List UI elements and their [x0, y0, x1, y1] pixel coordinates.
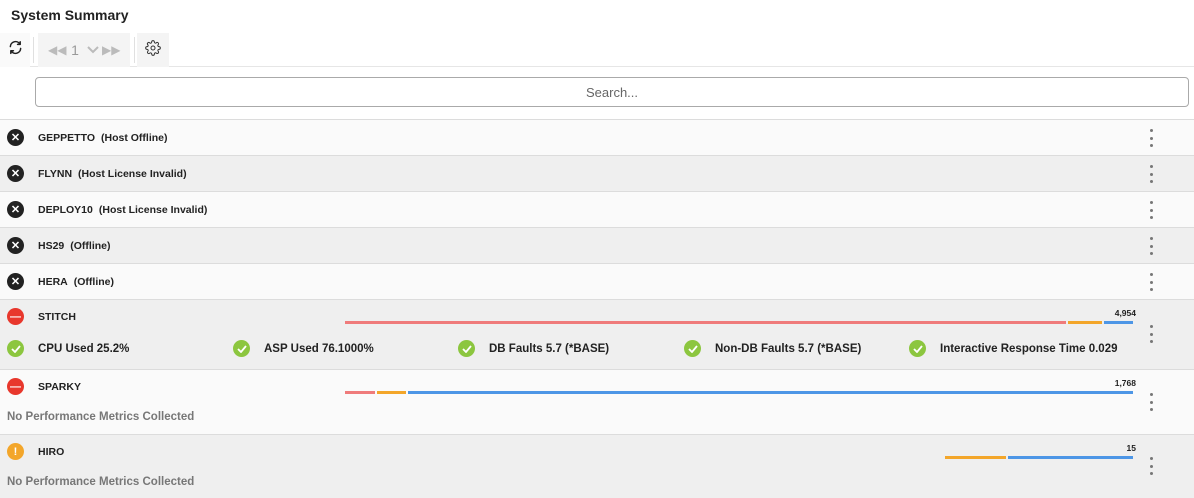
pager-page-number[interactable]: 1 [66, 42, 84, 58]
host-row[interactable]: — SPARKY 1,768 No Performance Metrics Co… [0, 369, 1194, 434]
metric-label: ASP Used 76.1000% [264, 342, 374, 355]
bar-segment-blue [1104, 321, 1133, 324]
more-options-icon[interactable] [1146, 129, 1156, 147]
metric-response-time: Interactive Response Time 0.029 [909, 340, 1118, 357]
host-row[interactable]: ✕ GEPPETTO (Host Offline) [0, 119, 1194, 155]
more-options-icon[interactable] [1146, 273, 1156, 291]
bar-segment-red [345, 321, 1066, 324]
metric-label: CPU Used 25.2% [38, 342, 130, 355]
host-row[interactable]: — STITCH 4,954 CPU Used 25.2% ASP Used 7… [0, 299, 1194, 369]
metric-cpu: CPU Used 25.2% [7, 340, 129, 357]
double-chevron-left-icon[interactable]: ◀◀ [48, 43, 66, 57]
host-row[interactable]: ✕ DEPLOY10 (Host License Invalid) [0, 191, 1194, 227]
host-list: ✕ GEPPETTO (Host Offline) ✕ FLYNN (Host Li… [0, 119, 1194, 498]
toolbar: ◀◀ 1 ▶▶ [0, 33, 1194, 67]
bar-segment-orange [945, 456, 1006, 459]
host-label: HS29 (Offline) [38, 240, 111, 252]
no-metrics-note: No Performance Metrics Collected [7, 476, 195, 488]
host-name: HIRO [38, 446, 65, 458]
metric-asp: ASP Used 76.1000% [233, 340, 374, 357]
host-label: DEPLOY10 (Host License Invalid) [38, 204, 207, 216]
more-options-icon[interactable] [1146, 457, 1156, 475]
metric-label: Interactive Response Time 0.029 [940, 342, 1118, 355]
more-options-icon[interactable] [1146, 237, 1156, 255]
host-name: HS29 [38, 240, 65, 252]
bar-segment-blue [1007, 456, 1133, 459]
critical-minus-icon: — [7, 378, 24, 395]
gear-icon [145, 39, 161, 61]
refresh-button[interactable] [0, 33, 30, 67]
host-row[interactable]: ✕ HERA (Offline) [0, 263, 1194, 299]
no-metrics-note: No Performance Metrics Collected [7, 411, 195, 423]
metric-db-faults: DB Faults 5.7 (*BASE) [458, 340, 609, 357]
warning-exclamation-icon: ! [7, 443, 24, 460]
host-row[interactable]: ✕ HS29 (Offline) [0, 227, 1194, 263]
toolbar-divider [134, 37, 135, 63]
more-options-icon[interactable] [1146, 393, 1156, 411]
offline-x-icon: ✕ [7, 129, 24, 146]
more-options-icon[interactable] [1146, 201, 1156, 219]
host-name: FLYNN [38, 168, 73, 180]
bar-segment-orange [376, 391, 407, 394]
host-status: (Offline) [73, 276, 115, 288]
host-name: HERA [38, 276, 68, 288]
pager: ◀◀ 1 ▶▶ [38, 33, 130, 67]
refresh-icon [8, 40, 23, 60]
host-label: GEPPETTO (Host Offline) [38, 132, 168, 144]
bar-segment-blue [408, 391, 1133, 394]
host-status: (Host License Invalid) [78, 168, 187, 180]
double-chevron-right-icon[interactable]: ▶▶ [102, 43, 120, 57]
offline-x-icon: ✕ [7, 273, 24, 290]
host-label: FLYNN (Host License Invalid) [38, 168, 187, 180]
host-label: HERA (Offline) [38, 276, 114, 288]
bar-segment-orange [1067, 321, 1103, 324]
more-options-icon[interactable] [1146, 325, 1156, 343]
page-title: System Summary [11, 7, 129, 23]
host-status: (Offline) [70, 240, 111, 252]
check-icon [909, 340, 926, 357]
host-row[interactable]: ! HIRO 15 No Performance Metrics Collect… [0, 434, 1194, 498]
host-row[interactable]: ✕ FLYNN (Host License Invalid) [0, 155, 1194, 191]
check-icon [458, 340, 475, 357]
host-name: STITCH [38, 311, 76, 323]
host-name: SPARKY [38, 381, 81, 393]
host-name: DEPLOY10 [38, 204, 93, 216]
offline-x-icon: ✕ [7, 165, 24, 182]
toolbar-divider [33, 37, 34, 63]
bar-segment-red [345, 391, 375, 394]
metric-label: Non-DB Faults 5.7 (*BASE) [715, 342, 862, 355]
job-total: 4,954 [1114, 308, 1136, 318]
check-icon [7, 340, 24, 357]
job-total: 1,768 [1114, 378, 1136, 388]
check-icon [233, 340, 250, 357]
critical-minus-icon: — [7, 308, 24, 325]
job-total: 15 [1126, 443, 1136, 453]
search-bar [35, 77, 1189, 107]
chevron-down-icon[interactable] [84, 46, 102, 54]
metric-label: DB Faults 5.7 (*BASE) [489, 342, 610, 355]
host-status: (Host Offline) [101, 132, 168, 144]
metric-non-db-faults: Non-DB Faults 5.7 (*BASE) [684, 340, 861, 357]
check-icon [684, 340, 701, 357]
host-status: (Host License Invalid) [98, 204, 208, 216]
host-name: GEPPETTO [38, 132, 95, 144]
offline-x-icon: ✕ [7, 237, 24, 254]
settings-button[interactable] [137, 33, 169, 67]
more-options-icon[interactable] [1146, 165, 1156, 183]
offline-x-icon: ✕ [7, 201, 24, 218]
search-input[interactable] [35, 77, 1189, 107]
